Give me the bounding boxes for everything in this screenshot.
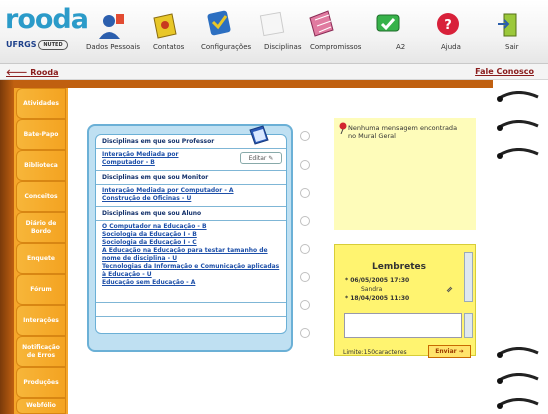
- back-label: Rooda: [30, 68, 59, 77]
- tab-interacoes[interactable]: Interações: [16, 305, 66, 336]
- tab-enquete[interactable]: Enquete: [16, 243, 66, 274]
- send-button[interactable]: Enviar ➜: [428, 345, 471, 358]
- punch-hole: [300, 328, 310, 338]
- tab-forum[interactable]: Fórum: [16, 274, 66, 305]
- nav-dados-pessoais[interactable]: Dados Pessoais: [86, 43, 140, 51]
- tab-conceitos[interactable]: Conceitos: [16, 181, 66, 212]
- edit-label: Editar: [248, 155, 267, 162]
- empty-row: [96, 303, 286, 317]
- binder-ring-icon: [497, 120, 539, 131]
- nav-a2[interactable]: A2: [396, 43, 405, 51]
- discipline-link[interactable]: Interação Mediada por Computador - B: [102, 151, 222, 167]
- rooda-logo[interactable]: rooda: [5, 4, 89, 35]
- notebook-frame-left: [0, 80, 14, 414]
- punch-hole: [300, 188, 310, 198]
- exit-icon[interactable]: [496, 10, 524, 38]
- punch-hole: [300, 272, 310, 282]
- discipline-link[interactable]: Tecnologias da Informação e Comunicação …: [102, 263, 280, 279]
- mural-message: Nenhuma mensagem encontrada no Mural Ger…: [348, 124, 458, 140]
- notebook-frame-top: [0, 80, 548, 88]
- binder-ring-icon: [497, 347, 539, 358]
- disciplinas-card: Disciplinas em que sou Professor Interaç…: [87, 124, 293, 352]
- tab-biblioteca[interactable]: Biblioteca: [16, 150, 66, 181]
- nav-contatos[interactable]: Contatos: [153, 43, 184, 51]
- nav-disciplinas[interactable]: Disciplinas: [264, 43, 301, 51]
- tab-notificacao-de-erros[interactable]: Notificação de Erros: [16, 336, 66, 367]
- contacts-icon[interactable]: [150, 12, 178, 40]
- back-link[interactable]: 🡐 Rooda: [6, 67, 59, 77]
- monitor-header: Disciplinas em que sou Monitor: [96, 171, 286, 185]
- svg-text:?: ?: [444, 18, 452, 33]
- textarea-scrollbar[interactable]: [464, 313, 473, 338]
- pushpin-icon: [339, 122, 347, 134]
- reminder-textarea[interactable]: [344, 313, 462, 338]
- nav-configuracoes[interactable]: Configurações: [201, 43, 251, 51]
- a2-icon[interactable]: [374, 10, 402, 38]
- reminder-sub: Sandra: [361, 286, 383, 293]
- ufrgs-logo: UFRGS: [6, 40, 37, 49]
- aluno-header: Disciplinas em que sou Aluno: [96, 207, 286, 221]
- send-arrow-icon: ➜: [458, 348, 464, 355]
- settings-icon[interactable]: [205, 8, 233, 38]
- tab-bate-papo[interactable]: Bate-Papo: [16, 119, 66, 150]
- calendar-icon[interactable]: [306, 8, 336, 38]
- edit-button[interactable]: Editar ✎: [240, 152, 282, 164]
- contact-link[interactable]: Fale Conosco: [475, 67, 534, 76]
- binder-ring-icon: [497, 91, 539, 102]
- disciplines-icon[interactable]: [258, 10, 286, 38]
- back-arrow-icon: 🡐: [6, 68, 31, 77]
- nuted-logo: NUTED: [38, 40, 68, 50]
- app-root: rooda UFRGS NUTED ? Dados Pessoais Conta…: [0, 0, 548, 414]
- punch-hole: [300, 131, 310, 141]
- reminder-item[interactable]: * 18/04/2005 11:30: [345, 295, 409, 302]
- tab-producoes[interactable]: Produções: [16, 367, 66, 398]
- punch-hole: [300, 216, 310, 226]
- tab-webfolio[interactable]: Webfólio: [16, 398, 66, 414]
- nav-sair[interactable]: Sair: [505, 43, 519, 51]
- breadcrumb-bar: 🡐 Rooda Fale Conosco: [0, 64, 548, 80]
- nav-ajuda[interactable]: Ajuda: [441, 43, 461, 51]
- reminder-date: 18/04/2005 11:30: [350, 295, 410, 302]
- empty-row: [96, 317, 286, 331]
- top-navigation-bar: rooda UFRGS NUTED ? Dados Pessoais Conta…: [0, 0, 548, 64]
- pencil-icon: ✎: [268, 155, 274, 162]
- punch-hole: [300, 300, 310, 310]
- reminder-date: 06/05/2005 17:30: [350, 277, 410, 284]
- lembretes-title: Lembretes: [372, 262, 426, 272]
- reminders-scrollbar[interactable]: [464, 252, 473, 302]
- paperclip-icon: [446, 286, 453, 293]
- discipline-link[interactable]: Educação sem Educação - A: [102, 279, 280, 287]
- discipline-link[interactable]: Sociologia da Educação I - B: [102, 231, 280, 239]
- punch-hole: [300, 160, 310, 170]
- char-limit-label: Limite:150caracteres: [343, 349, 407, 356]
- monitor-section: Interação Mediada por Computador - A Con…: [96, 185, 286, 207]
- tab-diario-de-bordo[interactable]: Diário de Bordo: [16, 212, 66, 243]
- discipline-link[interactable]: Interação Mediada por Computador - A: [102, 187, 280, 195]
- binder-ring-icon: [497, 373, 539, 384]
- punch-hole: [300, 244, 310, 254]
- binder-ring-icon: [497, 398, 539, 409]
- reminder-item[interactable]: * 06/05/2005 17:30: [345, 277, 409, 284]
- discipline-link[interactable]: Sociologia da Educação I - C: [102, 239, 280, 247]
- nav-compromissos[interactable]: Compromissos: [310, 43, 361, 51]
- binder-ring-icon: [497, 148, 539, 159]
- book-icon: [249, 125, 269, 145]
- person-icon[interactable]: [96, 12, 126, 40]
- disciplinas-list: Disciplinas em que sou Professor Interaç…: [95, 134, 287, 334]
- discipline-link[interactable]: Construção de Oficinas - U: [102, 195, 280, 203]
- send-label: Enviar: [435, 348, 457, 355]
- tab-atividades[interactable]: Atividades: [16, 88, 66, 119]
- help-icon[interactable]: ?: [434, 10, 464, 38]
- aluno-section: O Computador na Educação - B Sociologia …: [96, 221, 286, 303]
- discipline-link[interactable]: O Computador na Educação - B: [102, 223, 280, 231]
- discipline-link[interactable]: A Educação na Educação para testar taman…: [102, 247, 280, 263]
- professor-section: Interação Mediada por Computador - B Edi…: [96, 149, 286, 171]
